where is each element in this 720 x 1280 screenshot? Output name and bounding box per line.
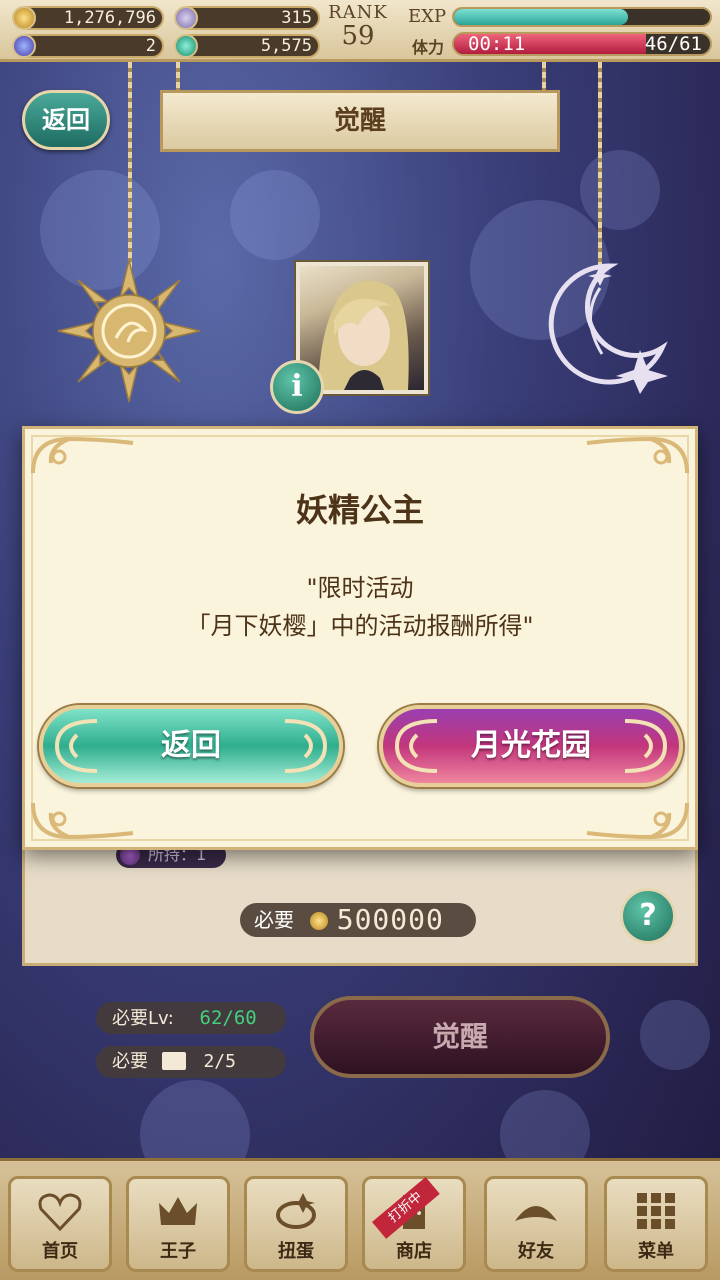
rank-display: RANK 59 <box>322 2 394 49</box>
page-title: 觉醒 <box>160 90 560 152</box>
bokeh-light <box>580 150 660 230</box>
gold-coin-icon <box>310 912 329 930</box>
dialog-message: "限时活动 「月下妖樱」中的活动报酬所得" <box>186 574 534 640</box>
required-gold: 必要 500000 <box>240 903 476 937</box>
hanging-chain <box>598 62 602 272</box>
rank-value: 59 <box>341 21 375 51</box>
tiara-icon <box>515 1206 557 1221</box>
feather-counter: 315 <box>174 6 320 30</box>
swirl-ornament-icon <box>394 719 438 773</box>
required-gold-amount: 500000 <box>336 903 444 936</box>
dialog-title: 妖精公主 <box>295 491 424 529</box>
grid-icon <box>637 1193 675 1229</box>
required-books-value: 2/5 <box>203 1051 236 1072</box>
gold-coin-icon <box>12 6 36 30</box>
gem-icon <box>174 34 198 58</box>
stamina-bar: 00:11 46/61 <box>452 32 712 56</box>
required-level-value: 62/60 <box>199 1007 257 1029</box>
corner-ornament-icon <box>31 802 134 839</box>
dialog-back-button[interactable]: 返回 <box>39 705 343 787</box>
swirl-ornament-icon <box>624 719 668 773</box>
bokeh-light <box>640 1000 710 1070</box>
nav-menu[interactable]: 菜单 <box>604 1176 708 1272</box>
bokeh-light <box>230 170 320 260</box>
gem-counter: 5,575 <box>174 34 320 58</box>
corner-ornament-icon <box>586 437 689 474</box>
nav-home[interactable]: 首页 <box>8 1176 112 1272</box>
crystal-icon <box>12 34 36 58</box>
swirl-ornament-icon <box>54 719 98 773</box>
exp-bar <box>452 7 712 27</box>
info-icon: i <box>291 369 303 404</box>
back-button[interactable]: 返回 <box>22 90 110 150</box>
stamina-label: 体力 <box>412 38 445 57</box>
hanging-chain <box>542 62 546 92</box>
crown-icon <box>159 1197 197 1225</box>
hanging-chain <box>128 62 132 272</box>
heart-icon <box>38 1193 82 1231</box>
corner-ornament-icon <box>586 802 689 839</box>
stamina-count: 46/61 <box>644 33 702 55</box>
exp-label: EXP <box>408 6 447 27</box>
required-level: 必要Lv: 62/60 <box>96 1002 286 1034</box>
corner-ornament-icon <box>31 437 134 474</box>
info-dialog: 妖精公主 "限时活动 「月下妖樱」中的活动报酬所得" 返回 月光花园 <box>22 426 698 850</box>
nav-prince[interactable]: 王子 <box>126 1176 230 1272</box>
help-button[interactable]: ? <box>620 888 676 944</box>
sun-ornament-icon <box>57 259 201 403</box>
hanging-chain <box>176 62 180 92</box>
rank-label: RANK <box>328 2 388 23</box>
swirl-ornament-icon <box>284 719 328 773</box>
awaken-button[interactable]: 觉醒 <box>310 996 610 1078</box>
feather-icon <box>174 6 198 30</box>
exp-bar-fill <box>454 9 629 25</box>
book-icon <box>161 1052 186 1070</box>
info-button[interactable]: i <box>270 360 324 414</box>
gold-counter: 1,276,796 <box>12 6 164 30</box>
nav-friends[interactable]: 好友 <box>484 1176 588 1272</box>
nav-gacha[interactable]: 扭蛋 <box>244 1176 348 1272</box>
crystal-counter: 2 <box>12 34 164 58</box>
stamina-timer: 00:11 <box>468 33 526 55</box>
ring-icon <box>276 1193 316 1229</box>
moonlight-garden-button[interactable]: 月光花园 <box>379 705 683 787</box>
moon-ornament-icon <box>548 263 668 394</box>
required-books: 必要 2/5 <box>96 1046 286 1078</box>
